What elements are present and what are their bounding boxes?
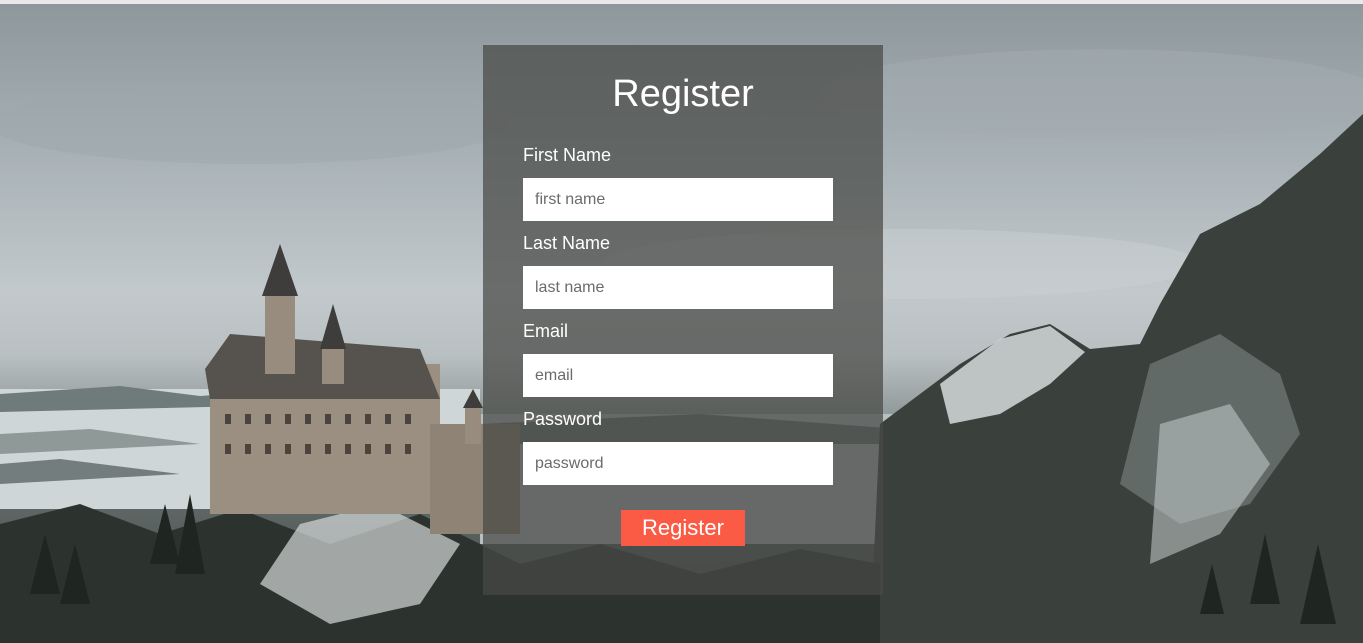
first-name-label: First Name	[523, 145, 612, 165]
register-button[interactable]: Register	[621, 510, 745, 546]
last-name-label: Last Name	[523, 233, 611, 253]
first-name-input[interactable]	[523, 178, 833, 221]
password-label: Password	[523, 409, 603, 429]
email-label: Email	[523, 321, 569, 341]
last-name-input[interactable]	[523, 266, 833, 309]
page-title: Register	[612, 73, 754, 115]
password-input[interactable]	[523, 442, 833, 485]
email-input[interactable]	[523, 354, 833, 397]
register-panel: Register First Name Last Name Email Pass…	[483, 45, 883, 595]
